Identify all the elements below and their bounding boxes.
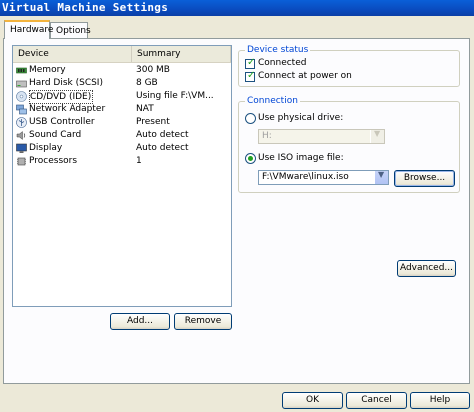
device-row-processors[interactable]: Processors 1 — [13, 155, 231, 168]
iso-image-path-value: F:\VMware\linux.iso — [262, 172, 349, 182]
processor-icon — [17, 157, 26, 166]
dropdown-arrow-icon: ▼ — [370, 129, 384, 143]
device-status-label: Device status — [245, 45, 311, 55]
device-summary: 300 MB — [136, 65, 170, 75]
device-summary: NAT — [136, 104, 154, 114]
cancel-button[interactable]: Cancel — [346, 392, 407, 409]
iso-image-radio[interactable] — [245, 153, 256, 164]
device-list[interactable]: Device Summary Memory 300 MB Hard Disk (… — [12, 45, 232, 307]
display-icon — [16, 143, 27, 153]
device-summary: Present — [136, 117, 170, 127]
column-header-summary[interactable]: Summary — [132, 46, 231, 62]
physical-drive-label: Use physical drive: — [258, 113, 344, 123]
device-row-usb-controller[interactable]: USB Controller Present — [13, 116, 231, 129]
device-name: Network Adapter — [29, 104, 106, 114]
device-row-memory[interactable]: Memory 300 MB — [13, 64, 231, 77]
device-row-network-adapter[interactable]: Network Adapter NAT — [13, 103, 231, 116]
title-bar: Virtual Machine Settings — [0, 0, 474, 16]
sound-card-icon — [16, 130, 26, 141]
device-status-group: Device status — [238, 45, 460, 87]
device-summary: 1 — [136, 156, 142, 166]
browse-button[interactable]: Browse... — [394, 170, 455, 187]
device-name: Sound Card — [29, 130, 82, 140]
memory-icon — [16, 67, 27, 74]
device-row-display[interactable]: Display Auto detect — [13, 142, 231, 155]
connected-label: Connected — [258, 58, 307, 68]
remove-button[interactable]: Remove — [174, 313, 232, 330]
window-title: Virtual Machine Settings — [2, 1, 169, 14]
iso-image-label: Use ISO image file: — [258, 153, 344, 163]
physical-drive-radio[interactable] — [245, 113, 256, 124]
dropdown-arrow-icon[interactable]: ▼ — [374, 170, 388, 184]
device-summary: Using file F:\VM... — [136, 91, 214, 101]
connection-label: Connection — [245, 96, 300, 106]
device-row-sound-card[interactable]: Sound Card Auto detect — [13, 129, 231, 142]
iso-image-path-input[interactable]: F:\VMware\linux.iso ▼ — [258, 170, 389, 185]
device-name: Processors — [29, 156, 78, 166]
ok-button[interactable]: OK — [282, 392, 343, 409]
device-row-cd-dvd[interactable]: CD/DVD (IDE) Using file F:\VM... — [13, 90, 231, 104]
hard-disk-icon — [16, 80, 27, 88]
column-header-device[interactable]: Device — [13, 46, 132, 62]
advanced-button[interactable]: Advanced... — [397, 260, 456, 277]
device-name: Memory — [29, 65, 66, 75]
help-button[interactable]: Help — [410, 392, 470, 409]
device-summary: Auto detect — [136, 143, 189, 153]
physical-drive-value: H: — [262, 131, 272, 141]
device-name: CD/DVD (IDE) — [29, 90, 94, 104]
device-summary: 8 GB — [136, 78, 158, 88]
connect-at-power-on-label: Connect at power on — [258, 71, 352, 81]
connected-checkbox[interactable]: ✓ — [245, 57, 255, 69]
device-name: Display — [29, 143, 63, 153]
device-row-hard-disk[interactable]: Hard Disk (SCSI) 8 GB — [13, 77, 231, 90]
device-list-header: Device Summary — [13, 46, 231, 63]
device-name: Hard Disk (SCSI) — [29, 78, 103, 88]
network-adapter-icon — [16, 104, 27, 115]
device-name: USB Controller — [29, 117, 95, 127]
cd-dvd-icon — [16, 91, 27, 102]
connect-at-power-on-checkbox[interactable]: ✓ — [245, 70, 255, 82]
usb-icon — [16, 117, 27, 128]
tab-hardware[interactable]: Hardware — [4, 20, 53, 39]
physical-drive-select[interactable]: H: ▼ — [258, 129, 385, 144]
add-button[interactable]: Add... — [110, 313, 170, 330]
tab-options[interactable]: Options — [50, 22, 91, 38]
device-summary: Auto detect — [136, 130, 189, 140]
